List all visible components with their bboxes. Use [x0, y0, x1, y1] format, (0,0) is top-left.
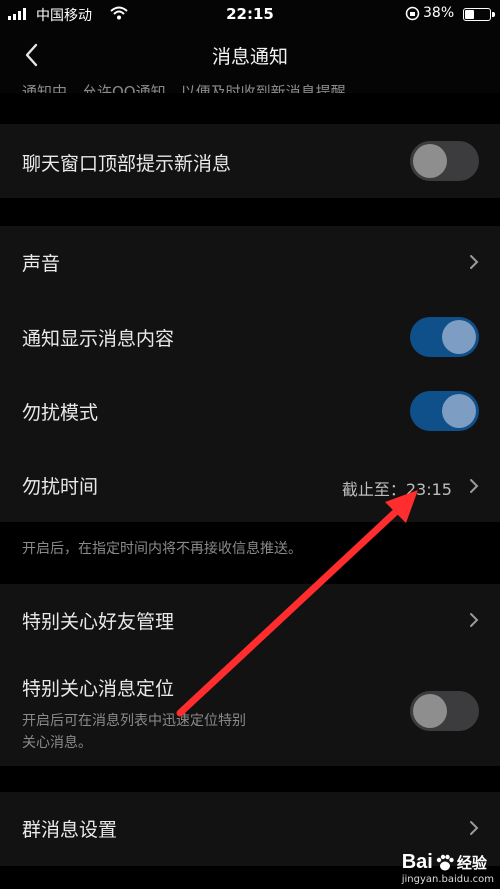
chevron-right-icon: [470, 479, 479, 493]
dnd-time-label: 勿扰时间: [22, 476, 99, 498]
chevron-right-icon: [470, 613, 479, 627]
chat-top-notify-toggle[interactable]: [410, 141, 479, 181]
top-bar: 中国移动 22:15 38% 消息通知 通知中，允许QQ通知，以便及时收到新消息…: [0, 0, 500, 93]
special-locate-label: 特别关心消息定位: [22, 678, 175, 700]
page-title: 消息通知: [211, 46, 288, 68]
dnd-time-value: 截止至：23:15: [341, 480, 452, 499]
special-friends-row[interactable]: 特别关心好友管理: [0, 584, 500, 658]
dnd-time-row[interactable]: 勿扰时间 截止至：23:15: [0, 448, 500, 522]
watermark-brand: 经验: [456, 855, 487, 872]
sound-label: 声音: [22, 253, 61, 275]
paw-icon: [436, 854, 454, 870]
chevron-right-icon: [470, 255, 479, 269]
dnd-mode-label: 勿扰模式: [22, 402, 99, 424]
status-bar: 中国移动 22:15 38%: [0, 0, 500, 30]
baidu-jingyan-watermark: Bai 经验 jingyan.baidu.com: [402, 851, 494, 885]
chat-top-notify-label: 聊天窗口顶部提示新消息: [22, 153, 232, 175]
special-locate-toggle[interactable]: [410, 691, 479, 731]
orientation-lock-icon: [405, 6, 420, 21]
dnd-hint: 开启后，在指定时间内将不再接收信息推送。: [22, 541, 302, 557]
group-settings-label: 群消息设置: [22, 819, 118, 841]
battery-percent: 38%: [423, 5, 455, 21]
show-content-toggle[interactable]: [410, 317, 479, 357]
sound-row[interactable]: 声音: [0, 226, 500, 300]
show-content-row: 通知显示消息内容: [0, 300, 500, 374]
special-locate-hint-line2: 关心消息。: [22, 735, 92, 751]
chevron-right-icon: [470, 821, 479, 835]
notification-hint-partial: 通知中，允许QQ通知，以便及时收到新消息提醒。: [22, 83, 361, 93]
show-content-label: 通知显示消息内容: [22, 328, 175, 350]
dnd-mode-toggle[interactable]: [410, 391, 479, 431]
special-friends-label: 特别关心好友管理: [22, 611, 175, 633]
special-locate-hint-line1: 开启后可在消息列表中迅速定位特别: [22, 713, 246, 729]
watermark-url: jingyan.baidu.com: [401, 874, 494, 885]
chat-top-notify-row: 聊天窗口顶部提示新消息: [0, 124, 500, 198]
special-locate-row: 特别关心消息定位 开启后可在消息列表中迅速定位特别 关心消息。: [0, 658, 500, 766]
special-locate-hint: 开启后可在消息列表中迅速定位特别 关心消息。: [22, 710, 246, 754]
battery-icon: [463, 8, 495, 21]
dnd-mode-row: 勿扰模式: [0, 374, 500, 448]
watermark-text: Bai: [401, 851, 433, 873]
